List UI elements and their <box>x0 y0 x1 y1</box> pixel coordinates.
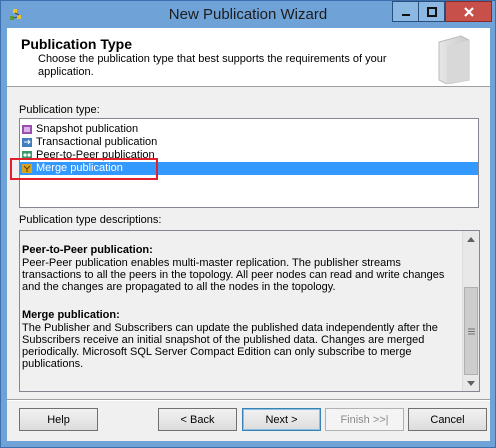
page-description: Choose the publication type that best su… <box>38 53 387 78</box>
minimize-button[interactable] <box>392 1 418 22</box>
scroll-thumb[interactable] <box>464 287 478 375</box>
scroll-grip-icon <box>467 328 475 334</box>
snapshot-publication-icon <box>22 125 32 134</box>
minimize-icon <box>401 13 410 16</box>
scroll-down-button[interactable] <box>463 375 479 391</box>
footer-divider <box>7 399 490 401</box>
wizard-header: Publication Type Choose the publication … <box>7 28 490 87</box>
scroll-up-arrow-icon <box>467 236 475 242</box>
description-title-peer-to-peer: Peer-to-Peer publication: <box>22 244 153 256</box>
publication-banner-icon <box>438 35 470 84</box>
publication-descriptions-box[interactable]: Peer-to-Peer publication: Peer-Peer publ… <box>19 230 480 392</box>
finish-button[interactable]: Finish >>| <box>325 408 404 431</box>
next-button[interactable]: Next > <box>242 408 321 431</box>
title-bar[interactable]: New Publication Wizard <box>1 1 495 28</box>
list-item-label: Snapshot publication <box>36 123 139 135</box>
maximize-icon <box>426 6 437 17</box>
description-title-merge: Merge publication: <box>22 309 120 321</box>
publication-descriptions-label: Publication type descriptions: <box>19 214 162 226</box>
list-item-transactional-publication[interactable]: Transactional publication <box>20 136 478 149</box>
close-icon <box>463 6 474 17</box>
scroll-down-arrow-icon <box>467 380 475 386</box>
description-body-peer-to-peer: Peer-Peer publication enables multi-mast… <box>22 257 445 293</box>
cancel-button[interactable]: Cancel <box>408 408 487 431</box>
close-button[interactable] <box>445 1 492 22</box>
publication-type-label: Publication type: <box>19 104 100 116</box>
descriptions-scrollbar[interactable] <box>462 231 479 391</box>
selection-highlight-annotation <box>10 158 158 180</box>
wizard-client-area: Publication Type Choose the publication … <box>7 28 490 441</box>
descriptions-content: Peer-to-Peer publication: Peer-Peer publ… <box>20 231 461 391</box>
description-body-merge: The Publisher and Subscribers can update… <box>22 322 438 370</box>
back-button[interactable]: < Back <box>158 408 237 431</box>
scroll-up-button[interactable] <box>463 231 479 247</box>
transactional-publication-icon <box>22 138 32 147</box>
page-title: Publication Type <box>21 36 132 52</box>
list-item-label: Transactional publication <box>36 136 158 148</box>
help-button[interactable]: Help <box>19 408 98 431</box>
list-item-snapshot-publication[interactable]: Snapshot publication <box>20 123 478 136</box>
maximize-button[interactable] <box>418 1 445 22</box>
wizard-window: New Publication Wizard Publication Type … <box>0 0 496 448</box>
